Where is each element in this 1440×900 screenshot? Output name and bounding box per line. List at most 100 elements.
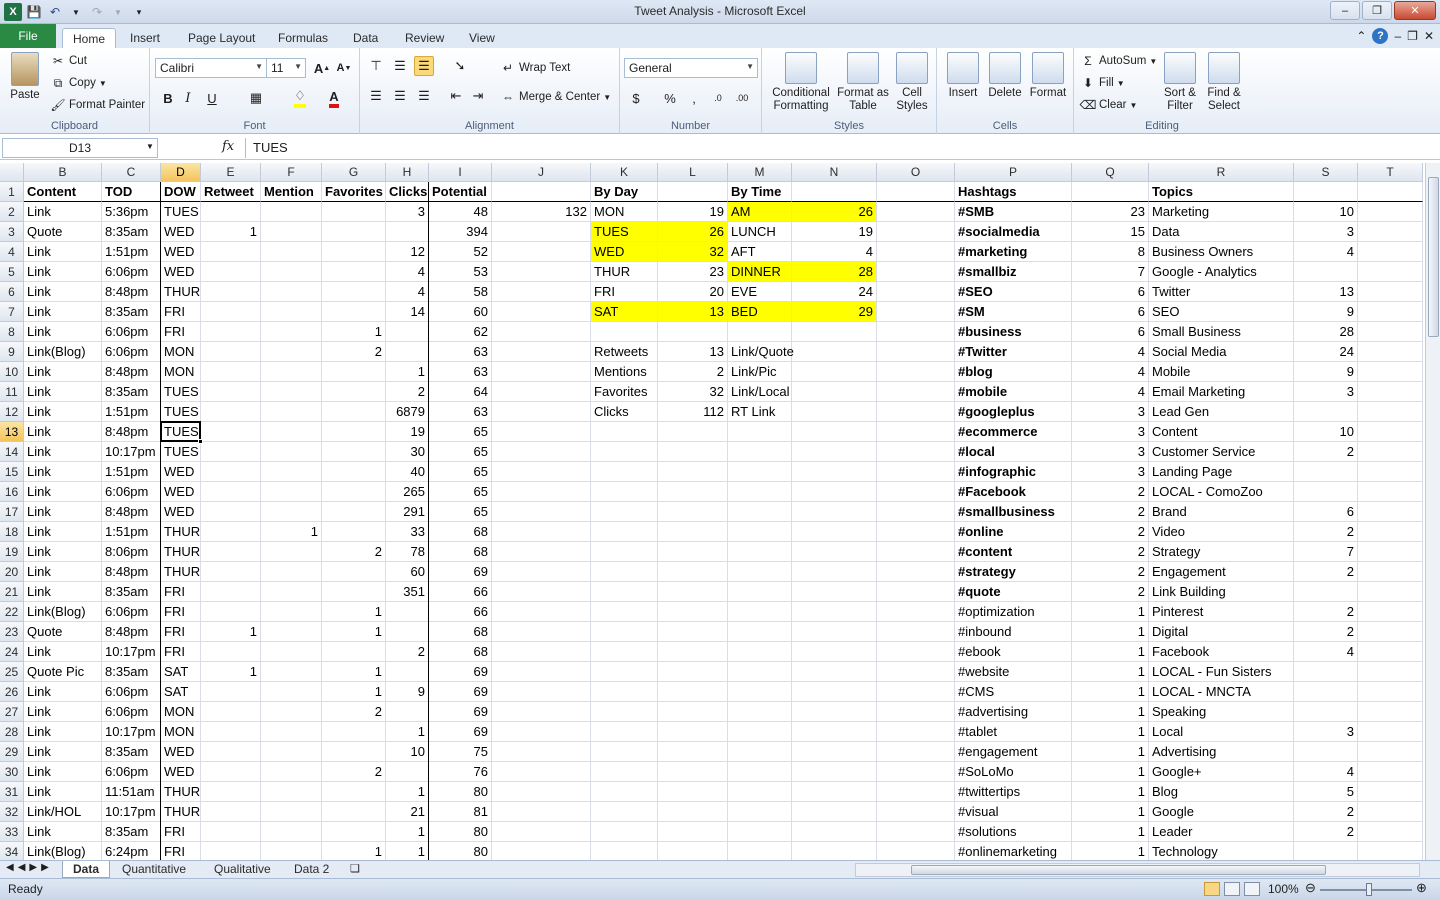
table-cell[interactable]: 1 xyxy=(322,322,386,342)
topic-cell[interactable]: Digital xyxy=(1149,622,1294,642)
cell[interactable] xyxy=(728,542,792,562)
topic-cell[interactable]: Blog xyxy=(1149,782,1294,802)
cell[interactable] xyxy=(591,822,658,842)
table-cell[interactable]: WED xyxy=(161,762,201,782)
fill-button[interactable]: ⬇ Fill ▼ xyxy=(1080,75,1125,91)
column-header[interactable]: P xyxy=(955,163,1072,182)
hashtag-cell[interactable]: #quote xyxy=(955,582,1072,602)
table-cell[interactable]: THUR xyxy=(161,522,201,542)
table-cell[interactable]: 8:06pm xyxy=(102,542,161,562)
cell[interactable] xyxy=(492,842,591,860)
cell[interactable] xyxy=(728,562,792,582)
row-header[interactable]: 31 xyxy=(0,782,24,802)
row-header[interactable]: 2 xyxy=(0,202,24,222)
cell[interactable] xyxy=(658,582,728,602)
cell[interactable] xyxy=(201,242,261,262)
name-box-dropdown-icon[interactable]: ▼ xyxy=(146,142,154,151)
sheet-nav-icon[interactable]: ◀◀▶▶ xyxy=(6,862,53,873)
hashtag-count[interactable]: 2 xyxy=(1072,582,1149,602)
table-cell[interactable]: 68 xyxy=(429,542,492,562)
table-cell[interactable]: 1 xyxy=(386,842,429,860)
hashtag-count[interactable]: 1 xyxy=(1072,782,1149,802)
column-header[interactable]: T xyxy=(1358,163,1423,182)
table-cell[interactable]: 2 xyxy=(386,382,429,402)
hashtag-cell[interactable]: #SM xyxy=(955,302,1072,322)
column-header[interactable]: F xyxy=(261,163,322,182)
cell[interactable] xyxy=(386,322,429,342)
clear-button[interactable]: ⌫ Clear ▼ xyxy=(1080,97,1138,113)
cell[interactable] xyxy=(201,782,261,802)
table-cell[interactable]: TUES xyxy=(161,442,201,462)
topic-count[interactable]: 10 xyxy=(1294,422,1358,442)
hashtag-cell[interactable]: #mobile xyxy=(955,382,1072,402)
table-cell[interactable]: 2 xyxy=(322,762,386,782)
table-cell[interactable]: 60 xyxy=(386,562,429,582)
cell[interactable] xyxy=(1358,542,1423,562)
topic-cell[interactable]: Strategy xyxy=(1149,542,1294,562)
hashtag-count[interactable]: 3 xyxy=(1072,402,1149,422)
close-button[interactable]: ✕ xyxy=(1394,1,1436,20)
hashtag-cell[interactable]: #ebook xyxy=(955,642,1072,662)
table-cell[interactable]: 75 xyxy=(429,742,492,762)
row-header[interactable]: 19 xyxy=(0,542,24,562)
by-day-label[interactable]: WED xyxy=(591,242,658,262)
header-cell[interactable]: Topics xyxy=(1149,182,1294,202)
by-day-value[interactable]: 20 xyxy=(658,282,728,302)
align-top-button[interactable]: ⊤ xyxy=(366,56,386,76)
cell[interactable] xyxy=(261,562,322,582)
hashtag-count[interactable]: 1 xyxy=(1072,762,1149,782)
sheet-tab-data-2[interactable]: Data 2 xyxy=(284,861,339,878)
cell[interactable] xyxy=(792,562,877,582)
by-time-label[interactable]: EVE xyxy=(728,282,792,302)
cell[interactable] xyxy=(1358,582,1423,602)
topic-cell[interactable]: Speaking xyxy=(1149,702,1294,722)
row-header[interactable]: 13 xyxy=(0,422,24,442)
row-header[interactable]: 16 xyxy=(0,482,24,502)
cell[interactable] xyxy=(492,642,591,662)
zoom-in-icon[interactable]: ⊕ xyxy=(1416,880,1427,896)
cell[interactable] xyxy=(492,222,591,242)
cell[interactable] xyxy=(201,422,261,442)
cell[interactable] xyxy=(658,622,728,642)
cell[interactable] xyxy=(877,602,955,622)
by-day-value[interactable]: 23 xyxy=(658,262,728,282)
cell[interactable] xyxy=(322,482,386,502)
cell[interactable] xyxy=(728,622,792,642)
cell[interactable] xyxy=(261,462,322,482)
table-cell[interactable]: WED xyxy=(161,242,201,262)
table-cell[interactable]: 3 xyxy=(386,202,429,222)
cell[interactable] xyxy=(1294,842,1358,860)
cell[interactable] xyxy=(386,662,429,682)
cell[interactable] xyxy=(728,642,792,662)
table-cell[interactable]: 1 xyxy=(201,662,261,682)
table-cell[interactable]: 33 xyxy=(386,522,429,542)
table-cell[interactable]: 1 xyxy=(322,602,386,622)
horizontal-scrollbar[interactable] xyxy=(855,863,1420,877)
zoom-out-icon[interactable]: ⊖ xyxy=(1305,880,1316,896)
row-header[interactable]: 21 xyxy=(0,582,24,602)
cell[interactable] xyxy=(591,742,658,762)
cell[interactable] xyxy=(728,802,792,822)
cell[interactable] xyxy=(492,822,591,842)
cell[interactable] xyxy=(792,802,877,822)
header-cell[interactable]: Retweet xyxy=(201,182,261,202)
cell[interactable] xyxy=(492,342,591,362)
page-break-view-icon[interactable] xyxy=(1244,882,1260,896)
decrease-decimal-button[interactable]: .00 xyxy=(732,88,752,108)
cell[interactable] xyxy=(492,742,591,762)
tab-file[interactable]: File xyxy=(0,24,56,48)
cell[interactable] xyxy=(877,262,955,282)
table-cell[interactable]: Link xyxy=(24,402,102,422)
fill-color-button[interactable]: ♢ xyxy=(290,88,310,108)
table-cell[interactable]: 8:35am xyxy=(102,742,161,762)
table-cell[interactable]: THUR xyxy=(161,562,201,582)
cell[interactable] xyxy=(261,342,322,362)
tab-view[interactable]: View xyxy=(459,28,505,48)
cell[interactable] xyxy=(1358,642,1423,662)
cell[interactable] xyxy=(658,662,728,682)
table-cell[interactable]: 14 xyxy=(386,302,429,322)
cell[interactable] xyxy=(386,762,429,782)
table-cell[interactable]: 10:17pm xyxy=(102,442,161,462)
cell[interactable] xyxy=(261,622,322,642)
cell[interactable] xyxy=(1294,702,1358,722)
